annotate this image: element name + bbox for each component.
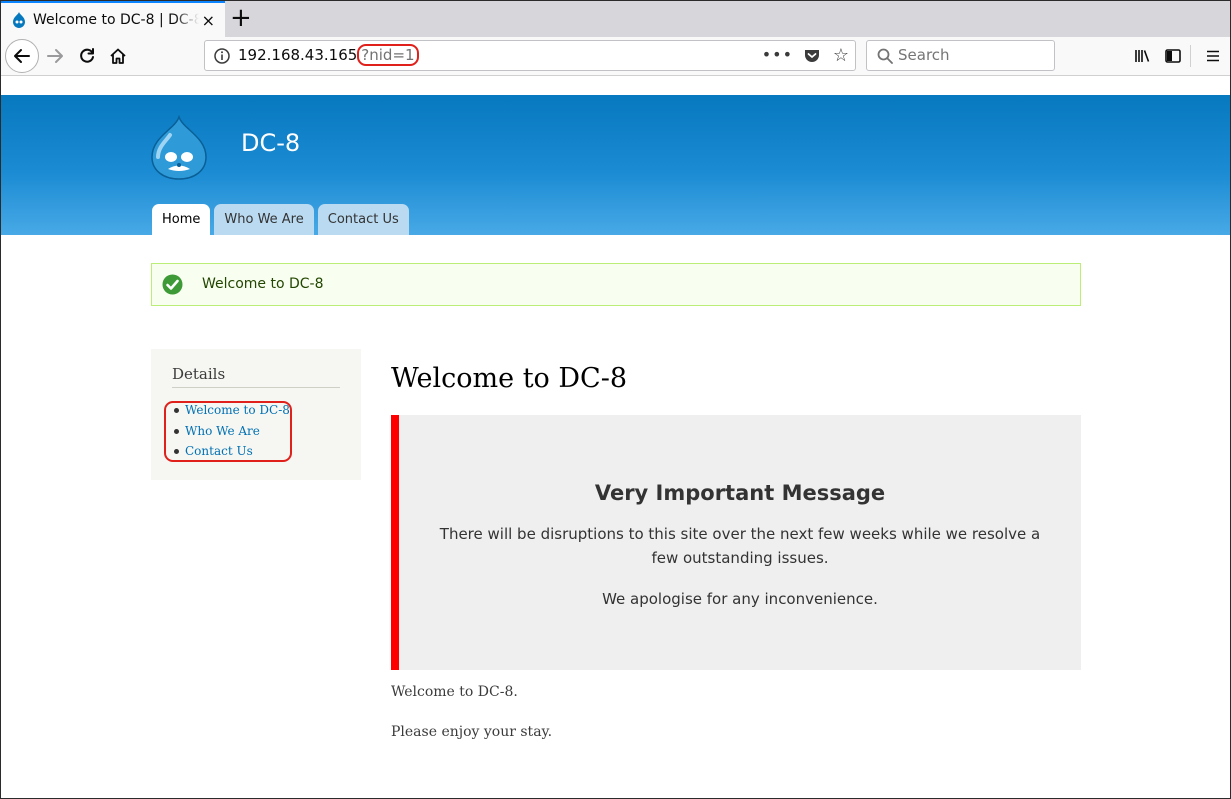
new-tab-button[interactable]: + [230,4,252,32]
tab-close-icon[interactable]: × [202,11,215,30]
search-input[interactable] [898,46,1048,64]
notice-apology: We apologise for any inconvenience. [602,590,878,608]
sidebar-button[interactable] [1159,42,1187,70]
site-header: DC-8 Home Who We Are Contact Us [1,95,1230,235]
drupal-logo-icon[interactable] [148,115,210,181]
toolbar-separator [1190,45,1191,67]
menu-tab-who-we-are[interactable]: Who We Are [214,204,314,235]
url-host: 192.168.43.165 [238,46,358,64]
body-paragraph: Please enjoy your stay. [391,724,553,740]
menu-tab-home[interactable]: Home [152,204,211,235]
library-button[interactable] [1128,42,1156,70]
important-notice: Very Important Message There will be dis… [391,415,1081,670]
sidebar-divider [172,387,340,388]
back-arrow-icon [14,49,30,63]
site-info-icon[interactable] [213,47,231,65]
search-bar[interactable] [866,40,1055,71]
page-viewport: DC-8 Home Who We Are Contact Us Welcome … [1,77,1230,798]
page-title: Welcome to DC-8 [391,363,627,394]
url-text[interactable]: 192.168.43.165 ?nid=1 [238,44,419,66]
address-bar[interactable]: 192.168.43.165 ?nid=1 ••• ☆ [204,40,856,71]
notice-text: There will be disruptions to this site o… [439,525,1041,567]
drupal-favicon-icon [13,12,25,28]
annotation-highlight-circle [164,401,292,462]
notice-heading: Very Important Message [594,481,886,505]
bookmark-star-icon[interactable]: ☆ [833,45,849,66]
hamburger-menu-icon [1207,50,1219,62]
sidebar-title: Details [172,365,226,383]
library-icon [1135,50,1150,62]
tab-title: Welcome to DC-8 | DC-8 [33,12,199,28]
forward-button[interactable] [41,42,69,70]
forward-arrow-icon [47,49,63,63]
home-button[interactable] [104,42,132,70]
page-actions-icon[interactable]: ••• [762,45,793,64]
status-message: Welcome to DC-8 [151,263,1081,306]
status-text: Welcome to DC-8 [202,276,324,292]
site-name[interactable]: DC-8 [241,129,300,157]
pocket-icon[interactable] [803,47,821,65]
open-menu-button[interactable] [1199,42,1227,70]
navigation-toolbar: 192.168.43.165 ?nid=1 ••• ☆ [1,37,1230,76]
back-button[interactable] [5,39,39,73]
url-query-highlight: ?nid=1 [357,44,419,66]
reload-icon [80,48,94,63]
browser-tab[interactable]: Welcome to DC-8 | DC-8 × [1,1,225,37]
checkmark-icon [162,274,183,295]
body-paragraph: Welcome to DC-8. [391,684,518,700]
sidebar-details-block: Details Welcome to DC-8 Who We Are Conta… [151,349,361,480]
menu-tab-contact-us[interactable]: Contact Us [317,204,409,235]
tab-bar: Welcome to DC-8 | DC-8 × + [1,1,1230,37]
home-icon [110,48,126,64]
main-menu: Home Who We Are Contact Us [152,204,413,235]
search-icon [877,48,893,64]
reload-button[interactable] [73,42,101,70]
sidebar-icon [1165,49,1181,63]
